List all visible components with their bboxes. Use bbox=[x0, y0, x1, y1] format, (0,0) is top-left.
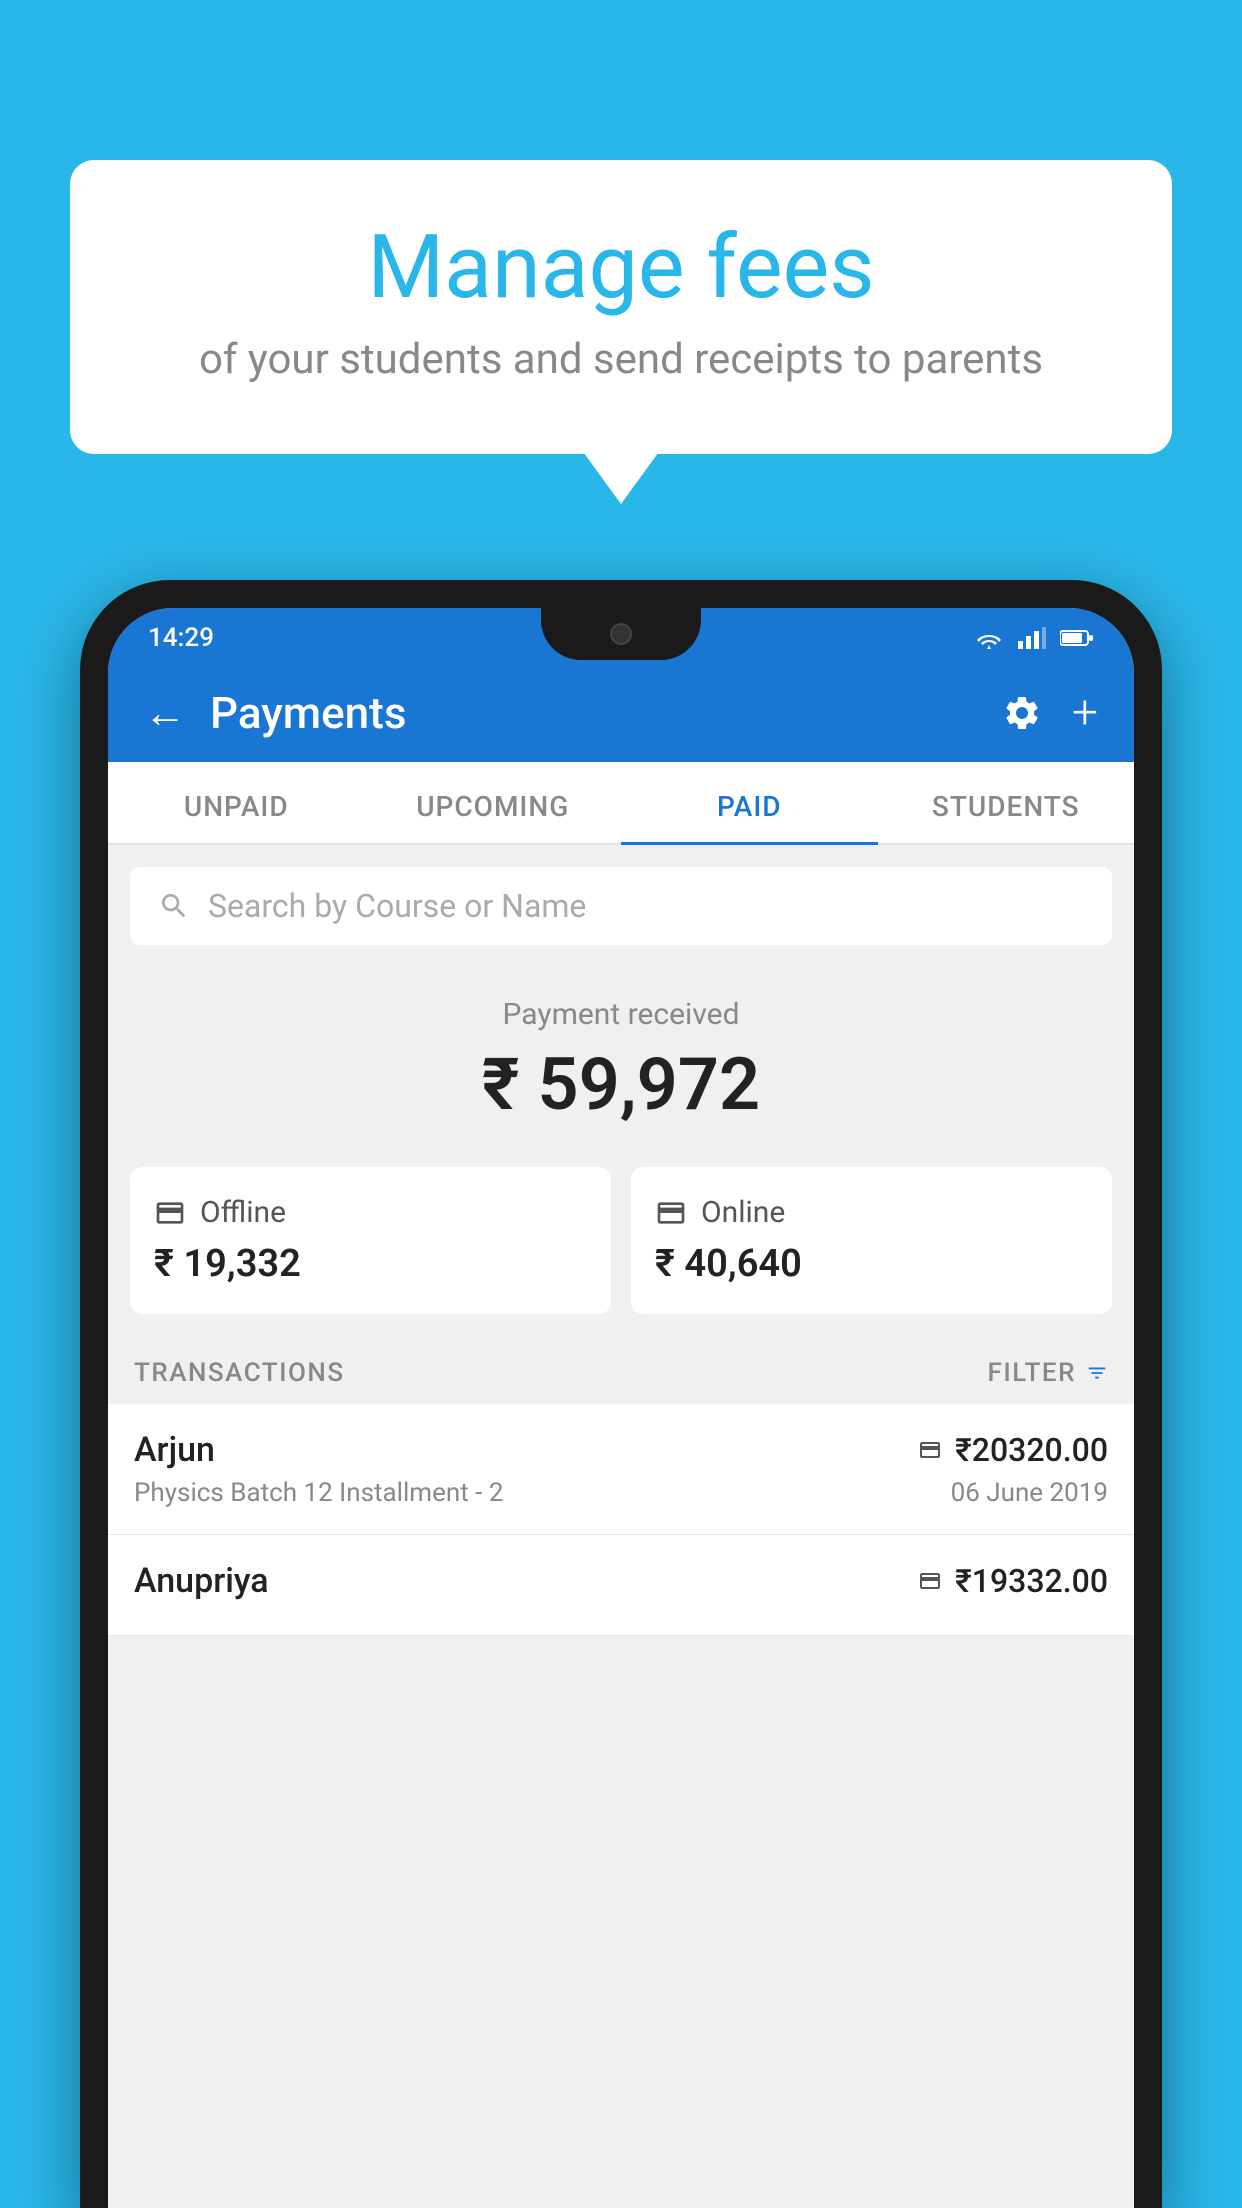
tab-unpaid[interactable]: UNPAID bbox=[108, 762, 365, 843]
transaction-amount-wrap: ₹20320.00 bbox=[915, 1431, 1108, 1469]
transaction-amount: ₹19332.00 bbox=[955, 1562, 1108, 1600]
tab-students[interactable]: STUDENTS bbox=[878, 762, 1135, 843]
speech-bubble-title: Manage fees bbox=[150, 220, 1092, 317]
transaction-amount: ₹20320.00 bbox=[955, 1431, 1108, 1469]
phone-inner: 14:29 bbox=[108, 608, 1134, 2208]
search-placeholder: Search by Course or Name bbox=[208, 887, 586, 925]
payment-cards: Offline ₹ 19,332 Online ₹ 40,640 bbox=[108, 1147, 1134, 1342]
filter-button[interactable]: FILTER bbox=[988, 1358, 1108, 1388]
status-time: 14:29 bbox=[148, 623, 214, 653]
transactions-label: TRANSACTIONS bbox=[134, 1358, 345, 1388]
payment-label: Payment received bbox=[108, 997, 1134, 1032]
transaction-name: Arjun bbox=[134, 1430, 215, 1470]
transaction-amount-wrap: ₹19332.00 bbox=[915, 1562, 1108, 1600]
online-label: Online bbox=[701, 1195, 785, 1230]
camera-dot bbox=[610, 623, 632, 645]
speech-bubble-container: Manage fees of your students and send re… bbox=[70, 160, 1172, 454]
online-icon bbox=[655, 1197, 687, 1229]
signal-icon bbox=[1018, 627, 1046, 649]
payment-amount: ₹ 59,972 bbox=[108, 1042, 1134, 1127]
offline-card: Offline ₹ 19,332 bbox=[130, 1167, 611, 1314]
online-amount: ₹ 40,640 bbox=[655, 1242, 1088, 1286]
wifi-icon bbox=[974, 627, 1004, 649]
online-card: Online ₹ 40,640 bbox=[631, 1167, 1112, 1314]
tab-paid[interactable]: PAID bbox=[621, 762, 878, 843]
transaction-details: Physics Batch 12 Installment - 2 bbox=[134, 1478, 503, 1508]
back-button[interactable]: ← bbox=[144, 689, 186, 738]
offline-label: Offline bbox=[200, 1195, 286, 1230]
search-icon bbox=[158, 890, 190, 922]
search-bar[interactable]: Search by Course or Name bbox=[130, 867, 1112, 945]
speech-bubble-subtitle: of your students and send receipts to pa… bbox=[150, 335, 1092, 384]
tab-upcoming[interactable]: UPCOMING bbox=[365, 762, 622, 843]
transaction-row[interactable]: Arjun ₹20320.00 Physics Batch 12 Install… bbox=[108, 1404, 1134, 1535]
notch bbox=[541, 608, 701, 660]
tabs-bar: UNPAID UPCOMING PAID STUDENTS bbox=[108, 762, 1134, 845]
card-payment-icon bbox=[915, 1438, 945, 1462]
phone-frame: 14:29 bbox=[80, 580, 1162, 2208]
speech-bubble: Manage fees of your students and send re… bbox=[70, 160, 1172, 454]
gear-icon[interactable] bbox=[1002, 693, 1042, 733]
payment-received-section: Payment received ₹ 59,972 bbox=[108, 967, 1134, 1147]
app-header: ← Payments + bbox=[108, 668, 1134, 762]
add-button[interactable]: + bbox=[1072, 686, 1098, 740]
transactions-header: TRANSACTIONS FILTER bbox=[108, 1342, 1134, 1404]
transaction-date: 06 June 2019 bbox=[951, 1478, 1108, 1508]
transaction-row[interactable]: Anupriya ₹19332.00 bbox=[108, 1535, 1134, 1636]
offline-amount: ₹ 19,332 bbox=[154, 1242, 587, 1286]
status-icons bbox=[974, 627, 1094, 649]
header-title: Payments bbox=[210, 687, 978, 739]
cash-payment-icon bbox=[915, 1569, 945, 1593]
status-bar: 14:29 bbox=[108, 608, 1134, 668]
filter-icon bbox=[1086, 1362, 1108, 1384]
offline-icon bbox=[154, 1197, 186, 1229]
header-icons: + bbox=[1002, 686, 1098, 740]
transaction-name: Anupriya bbox=[134, 1561, 269, 1601]
battery-icon bbox=[1060, 629, 1094, 647]
content-area: Search by Course or Name Payment receive… bbox=[108, 845, 1134, 2208]
